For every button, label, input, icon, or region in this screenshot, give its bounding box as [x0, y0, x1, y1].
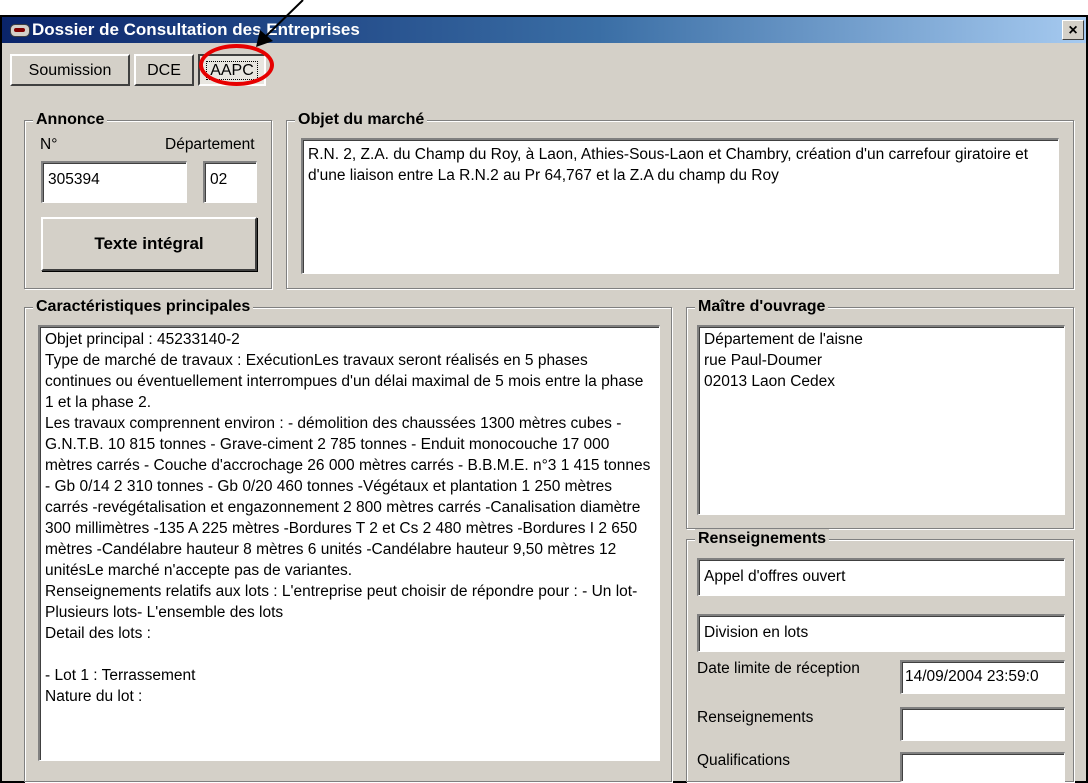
- tab-soumission[interactable]: Soumission: [10, 54, 130, 86]
- caracteristiques-legend: Caractéristiques principales: [33, 297, 254, 317]
- title-bar[interactable]: Dossier de Consultation des Entreprises …: [2, 17, 1086, 43]
- num-label: N°: [40, 136, 58, 153]
- date-label: Date limite de réception: [697, 660, 860, 677]
- date-field[interactable]: 14/09/2004 23:59:0: [900, 660, 1065, 694]
- maitre-group: Maître d'ouvrage Département de l'aisne …: [686, 297, 1074, 529]
- caracteristiques-field[interactable]: Objet principal : 45233140-2 Type de mar…: [38, 325, 660, 761]
- renseignements-legend: Renseignements: [695, 529, 830, 549]
- texte-integral-button[interactable]: Texte intégral: [41, 217, 257, 271]
- annonce-legend: Annonce: [33, 110, 108, 130]
- caracteristiques-group: Caractéristiques principales Objet princ…: [24, 297, 672, 782]
- rens-label: Renseignements: [697, 709, 814, 726]
- division-field[interactable]: Division en lots: [697, 614, 1065, 652]
- rens-field[interactable]: [900, 707, 1065, 741]
- tab-dce[interactable]: DCE: [134, 54, 194, 86]
- dept-field[interactable]: 02: [203, 161, 257, 203]
- num-field[interactable]: 305394: [41, 161, 187, 203]
- qualif-field[interactable]: [900, 752, 1065, 782]
- tab-aapc-label: AAPC: [206, 61, 258, 80]
- annonce-group: Annonce N° Département 305394 02 Texte i…: [24, 110, 272, 289]
- qualif-label: Qualifications: [697, 752, 791, 769]
- renseignements-group: Renseignements Appel d'offres ouvert Div…: [686, 529, 1074, 782]
- tab-aapc[interactable]: AAPC: [198, 54, 266, 86]
- maitre-field[interactable]: Département de l'aisne rue Paul-Doumer 0…: [697, 325, 1065, 515]
- main-window: Dossier de Consultation des Entreprises …: [0, 15, 1088, 783]
- objet-group: Objet du marché R.N. 2, Z.A. du Champ du…: [286, 110, 1074, 289]
- objet-legend: Objet du marché: [295, 110, 428, 130]
- objet-field[interactable]: R.N. 2, Z.A. du Champ du Roy, à Laon, At…: [301, 138, 1059, 274]
- app-icon: [10, 24, 30, 37]
- dept-label: Département: [165, 136, 255, 153]
- window-title: Dossier de Consultation des Entreprises: [32, 20, 360, 39]
- close-button[interactable]: ×: [1062, 20, 1084, 40]
- procedure-field[interactable]: Appel d'offres ouvert: [697, 558, 1065, 596]
- maitre-legend: Maître d'ouvrage: [695, 297, 829, 317]
